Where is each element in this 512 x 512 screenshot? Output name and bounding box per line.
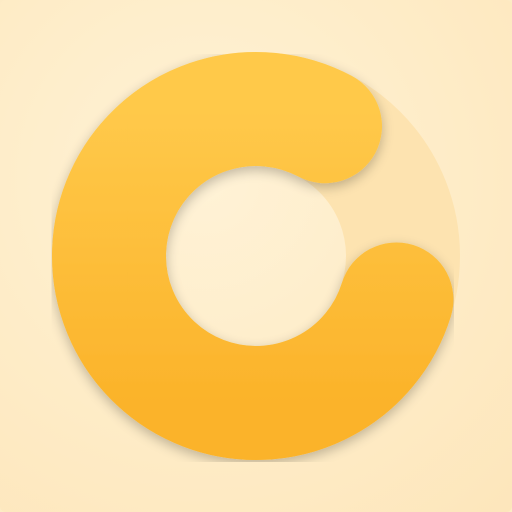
circular-loader-icon (52, 52, 460, 460)
app-icon-tile (0, 0, 512, 512)
